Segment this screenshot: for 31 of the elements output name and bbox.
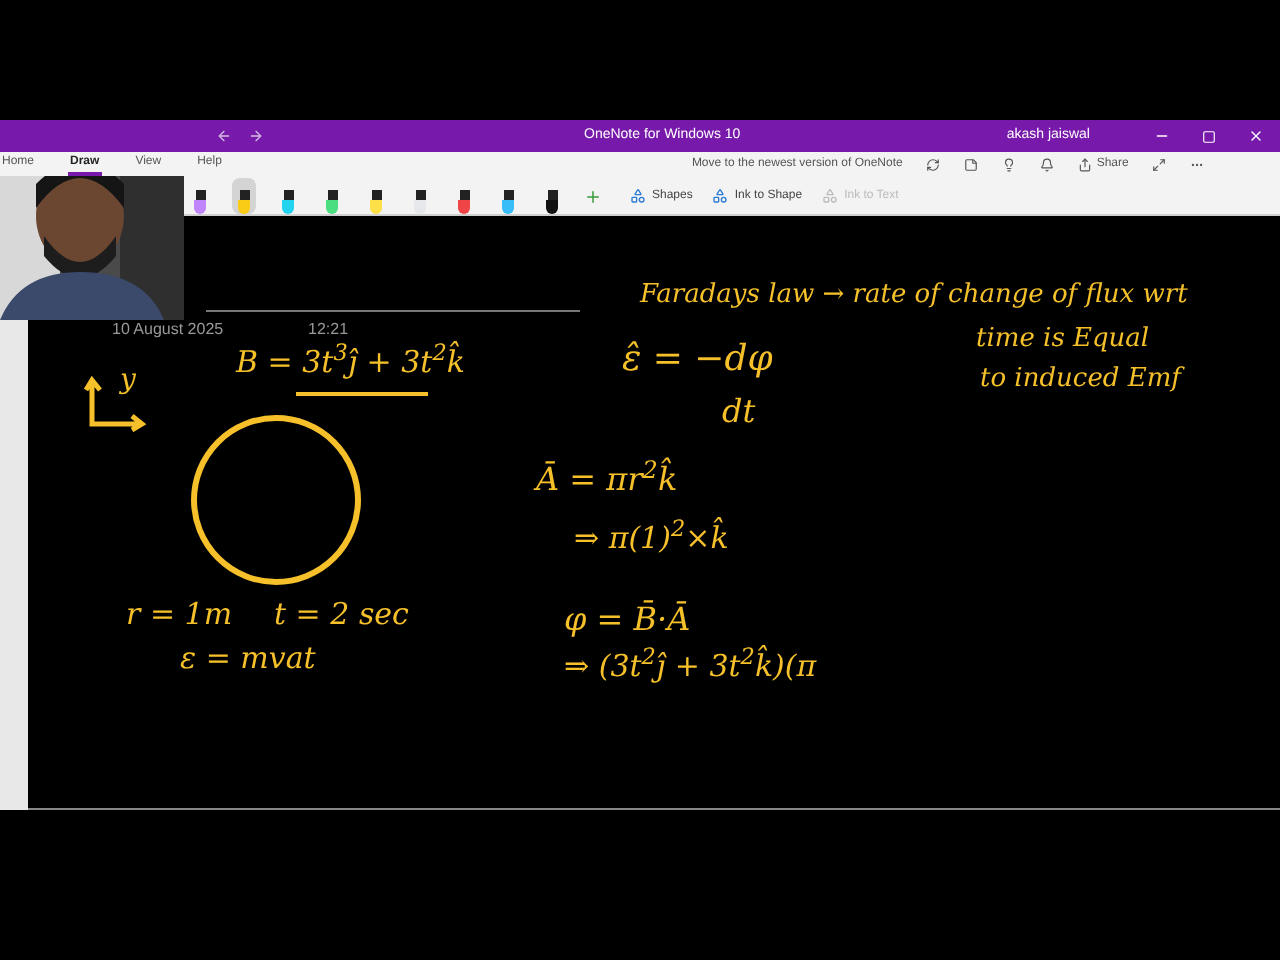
back-icon[interactable] [216,128,232,144]
shapes-icon [822,188,839,204]
ink-text: r = 1m [126,594,233,636]
ink-text: ⇒ π(1)$^{2}$×k̂ [574,516,729,560]
lightbulb-icon[interactable] [1002,157,1017,171]
maximize-icon[interactable] [1202,129,1216,143]
ink-text: ε̂ = −dφ [622,336,773,384]
close-icon[interactable] [1248,128,1264,144]
ink-text: ε = mvat [180,638,316,680]
forward-icon[interactable] [248,128,264,144]
ink-text: φ = B̄·Ā [564,598,691,642]
page-time: 12:21 [308,318,349,342]
fullscreen-icon[interactable] [1152,157,1167,171]
ink-text: to induced Emf [980,362,1181,398]
ink-text: t = 2 sec [274,594,409,636]
ink-text: Faradays law → rate of change of flux wrt [640,278,1188,314]
axes-drawing [84,372,152,432]
axis-label: y [120,362,136,400]
ink-text: dt [722,390,756,434]
shapes-icon [630,188,646,204]
page-date: 10 August 2025 [112,318,224,342]
share-icon [1078,157,1093,171]
ink-text: time is Equal [976,322,1150,358]
note-icon[interactable] [964,157,979,171]
ink-text: B = 3t$^{3}$ĵ + 3t$^{2}$k̂ [236,340,465,384]
bell-icon[interactable] [1040,157,1055,171]
ink-text: ⇒ (3t$^{2}$ĵ + 3t$^{2}$k̂)(π [564,644,817,688]
pen-tool[interactable] [232,178,256,214]
sync-icon[interactable] [926,157,941,171]
shapes-icon [712,188,729,204]
ink-text: Ā = πr$^{2}$k̂ [536,456,678,502]
